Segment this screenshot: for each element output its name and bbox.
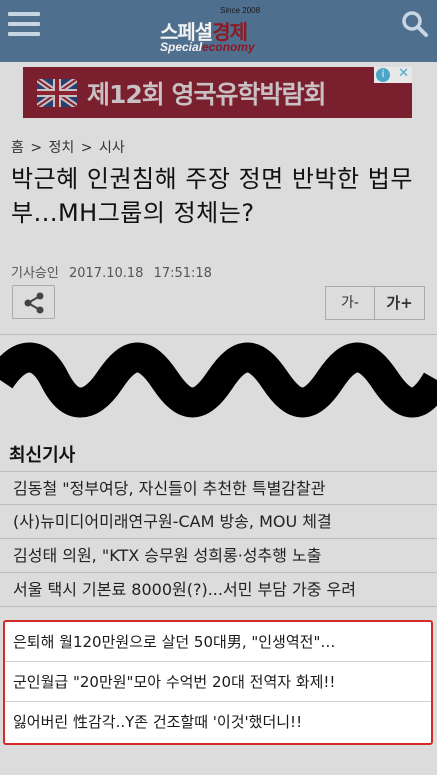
logo-subtitle-part-1: Special bbox=[160, 40, 203, 54]
font-decrease-button[interactable]: 가- bbox=[326, 287, 375, 319]
article-date: 2017.10.18 bbox=[68, 266, 144, 281]
ad-choices[interactable]: i ✕ bbox=[374, 66, 412, 83]
ad-info-icon[interactable]: i bbox=[376, 68, 390, 82]
share-icon bbox=[24, 292, 44, 314]
breadcrumb-home[interactable]: 홈 bbox=[11, 140, 24, 156]
breadcrumb-separator: > bbox=[30, 140, 43, 156]
font-increase-button[interactable]: 가+ bbox=[375, 287, 424, 319]
breadcrumb: 홈 > 정치 > 시사 bbox=[11, 137, 127, 157]
torn-edge-wave bbox=[0, 342, 437, 418]
breadcrumb-current-affairs[interactable]: 시사 bbox=[99, 140, 125, 156]
list-item[interactable]: 서울 택시 기본료 8000원(?)...서민 부담 가중 우려 bbox=[0, 573, 437, 607]
ad-text: 제12회 영국유학박람회 bbox=[87, 80, 326, 109]
article-title: 박근혜 인권침해 주장 정면 반박한 법무부...MH그룹의 정체는? bbox=[11, 165, 413, 227]
highlighted-ad-links: 은퇴해 월120만원으로 살던 50대男, "인생역전"… 군인월급 "20만원… bbox=[3, 620, 433, 745]
article-time: 17:51:18 bbox=[153, 266, 212, 281]
list-item[interactable]: 김성태 의원, "KTX 승무원 성희롱·성추행 노출 bbox=[0, 539, 437, 573]
ad-link-item[interactable]: 군인월급 "20만원"모아 수억번 20대 전역자 화제!! bbox=[5, 662, 431, 702]
article-meta: 기사승인 2017.10.18 17:51:18 bbox=[11, 262, 218, 281]
list-item[interactable]: 김동철 "정부여당, 자신들이 추천한 특별감찰관 bbox=[0, 471, 437, 505]
site-header: Since 2008 스페셜경제 Specialeconomy bbox=[0, 0, 437, 62]
uk-flag-icon bbox=[37, 79, 77, 107]
divider bbox=[0, 334, 437, 335]
list-item[interactable]: (사)뉴미디어미래연구원-CAM 방송, MOU 체결 bbox=[0, 505, 437, 539]
latest-news-heading: 최신기사 bbox=[9, 445, 76, 466]
menu-icon[interactable] bbox=[8, 12, 40, 36]
breadcrumb-politics[interactable]: 정치 bbox=[49, 140, 75, 156]
ad-link-item[interactable]: 은퇴해 월120만원으로 살던 50대男, "인생역전"… bbox=[5, 622, 431, 662]
logo-subtitle-part-2: economy bbox=[202, 40, 255, 54]
ad-close-icon[interactable]: ✕ bbox=[398, 66, 409, 81]
latest-news-list: 김동철 "정부여당, 자신들이 추천한 특별감찰관 (사)뉴미디어미래연구원-C… bbox=[0, 471, 437, 607]
share-button[interactable] bbox=[12, 285, 55, 319]
breadcrumb-separator: > bbox=[80, 140, 93, 156]
font-size-controls: 가- 가+ bbox=[325, 286, 425, 320]
ad-banner[interactable]: 제12회 영국유학박람회 i ✕ bbox=[23, 66, 412, 118]
ad-link-item[interactable]: 잃어버린 性감각..Y존 건조할때 '이것'했더니!! bbox=[5, 702, 431, 742]
logo-since-text: Since 2008 bbox=[220, 6, 261, 15]
site-logo[interactable]: Since 2008 스페셜경제 Specialeconomy bbox=[158, 4, 282, 54]
search-icon[interactable] bbox=[401, 10, 429, 38]
logo-subtitle: Specialeconomy bbox=[160, 40, 255, 54]
meta-label: 기사승인 bbox=[11, 266, 59, 281]
